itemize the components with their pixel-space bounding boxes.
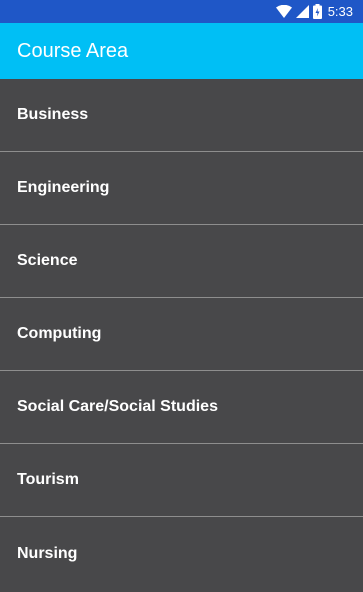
page-title: Course Area bbox=[17, 39, 129, 62]
list-item-nursing[interactable]: Nursing bbox=[0, 517, 363, 590]
list-item-science[interactable]: Science bbox=[0, 225, 363, 298]
list-item-tourism[interactable]: Tourism bbox=[0, 444, 363, 517]
list-item-social-care[interactable]: Social Care/Social Studies bbox=[0, 371, 363, 444]
list-item-business[interactable]: Business bbox=[0, 79, 363, 152]
list-item-label: Computing bbox=[17, 325, 102, 342]
list-item-label: Nursing bbox=[17, 544, 78, 562]
app-bar: Course Area bbox=[0, 23, 363, 79]
list-item-label: Social Care/Social Studies bbox=[17, 398, 218, 415]
list-item-engineering[interactable]: Engineering bbox=[0, 152, 363, 225]
wifi-icon bbox=[275, 5, 292, 18]
list-item-label: Business bbox=[17, 106, 89, 123]
signal-icon bbox=[295, 5, 309, 18]
status-time: 5:33 bbox=[327, 4, 353, 19]
battery-icon bbox=[312, 4, 322, 19]
list-item-label: Engineering bbox=[17, 179, 110, 196]
list-item-label: Tourism bbox=[17, 471, 79, 488]
list-item-label: Science bbox=[17, 252, 78, 269]
status-bar: 5:33 bbox=[0, 0, 363, 23]
course-area-list: Business Engineering Science Computing S… bbox=[0, 79, 363, 592]
list-item-computing[interactable]: Computing bbox=[0, 298, 363, 371]
